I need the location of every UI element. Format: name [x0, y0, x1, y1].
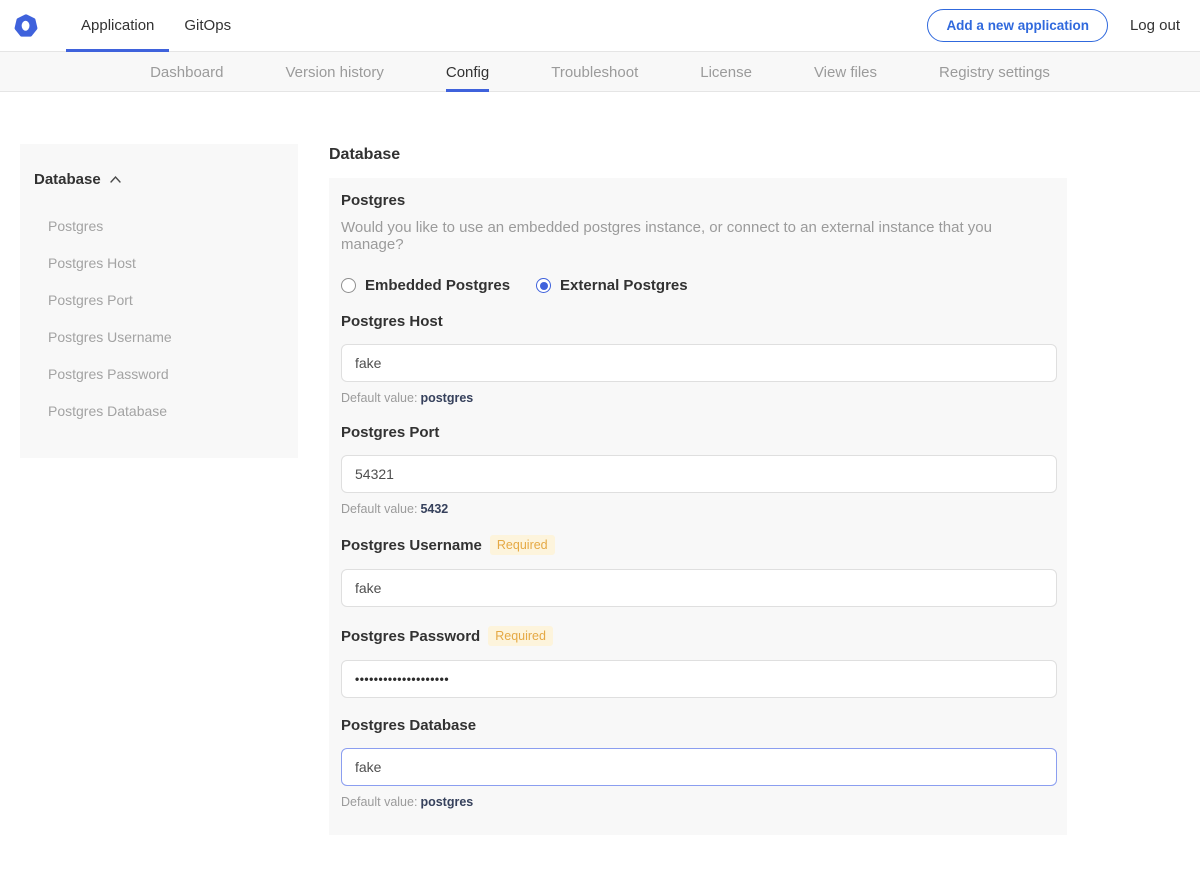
chevron-up-icon: [109, 171, 122, 188]
radio-external-label: External Postgres: [560, 277, 688, 294]
subnav-view-files[interactable]: View files: [814, 52, 877, 92]
app-tabs: Application GitOps: [66, 0, 246, 52]
subnav-config[interactable]: Config: [446, 52, 489, 92]
config-group-heading: Database: [329, 146, 1067, 164]
sidebar-group-database[interactable]: Database: [34, 171, 282, 188]
postgres-username-input[interactable]: [341, 569, 1057, 607]
subnav-license[interactable]: License: [700, 52, 752, 92]
field-postgres-host: Postgres Host Default value:postgres: [341, 313, 1055, 405]
postgres-port-default-hint: Default value:5432: [341, 502, 1055, 516]
add-application-button[interactable]: Add a new application: [927, 9, 1108, 42]
postgres-host-input[interactable]: [341, 344, 1057, 382]
sidebar-item-postgres[interactable]: Postgres: [48, 208, 282, 245]
header-actions: Add a new application Log out: [927, 9, 1180, 42]
config-sidebar: Database Postgres Postgres Host Postgres…: [20, 144, 298, 458]
config-item-title: Postgres: [341, 192, 1055, 209]
config-group-panel: Postgres Would you like to use an embedd…: [329, 178, 1067, 835]
radio-external-postgres[interactable]: External Postgres: [536, 277, 688, 294]
postgres-password-label: Postgres Password: [341, 628, 480, 645]
subnav-dashboard[interactable]: Dashboard: [150, 52, 223, 92]
field-postgres-database: Postgres Database Default value:postgres: [341, 717, 1055, 809]
postgres-type-radio-group: Embedded Postgres External Postgres: [341, 277, 1055, 294]
field-postgres-password: Postgres Password Required: [341, 626, 1055, 698]
postgres-host-label: Postgres Host: [341, 313, 443, 330]
required-badge: Required: [488, 626, 553, 646]
radio-checked-icon: [536, 278, 551, 293]
logout-button[interactable]: Log out: [1130, 17, 1180, 34]
sidebar-group-label: Database: [34, 171, 101, 188]
postgres-password-input[interactable]: [341, 660, 1057, 698]
postgres-database-default-hint: Default value:postgres: [341, 795, 1055, 809]
field-postgres-port: Postgres Port Default value:5432: [341, 424, 1055, 516]
radio-embedded-postgres[interactable]: Embedded Postgres: [341, 277, 510, 294]
postgres-host-default-hint: Default value:postgres: [341, 391, 1055, 405]
tab-application[interactable]: Application: [66, 0, 169, 52]
postgres-port-input[interactable]: [341, 455, 1057, 493]
top-header: Application GitOps Add a new application…: [0, 0, 1200, 52]
postgres-database-label: Postgres Database: [341, 717, 476, 734]
field-postgres-username: Postgres Username Required: [341, 535, 1055, 607]
tab-application-label: Application: [81, 17, 154, 34]
sidebar-item-postgres-username[interactable]: Postgres Username: [48, 319, 282, 356]
radio-unchecked-icon: [341, 278, 356, 293]
postgres-username-label: Postgres Username: [341, 537, 482, 554]
config-main: Database Postgres Would you like to use …: [329, 144, 1067, 874]
config-page: Database Postgres Postgres Host Postgres…: [0, 92, 1200, 874]
radio-embedded-label: Embedded Postgres: [365, 277, 510, 294]
subnav-registry-settings[interactable]: Registry settings: [939, 52, 1050, 92]
subnav-troubleshoot[interactable]: Troubleshoot: [551, 52, 638, 92]
config-item-help-text: Would you like to use an embedded postgr…: [341, 219, 1055, 253]
sidebar-item-postgres-port[interactable]: Postgres Port: [48, 282, 282, 319]
sidebar-item-postgres-database[interactable]: Postgres Database: [48, 393, 282, 430]
postgres-database-input[interactable]: [341, 748, 1057, 786]
sidebar-item-list: Postgres Postgres Host Postgres Port Pos…: [34, 208, 282, 430]
tab-gitops[interactable]: GitOps: [169, 0, 246, 52]
sidebar-item-postgres-password[interactable]: Postgres Password: [48, 356, 282, 393]
tab-gitops-label: GitOps: [184, 17, 231, 34]
sidebar-item-postgres-host[interactable]: Postgres Host: [48, 245, 282, 282]
subnav-version-history[interactable]: Version history: [285, 52, 383, 92]
replicated-logo-icon: [12, 12, 40, 40]
postgres-port-label: Postgres Port: [341, 424, 439, 441]
app-subnav: Dashboard Version history Config Trouble…: [0, 52, 1200, 92]
required-badge: Required: [490, 535, 555, 555]
